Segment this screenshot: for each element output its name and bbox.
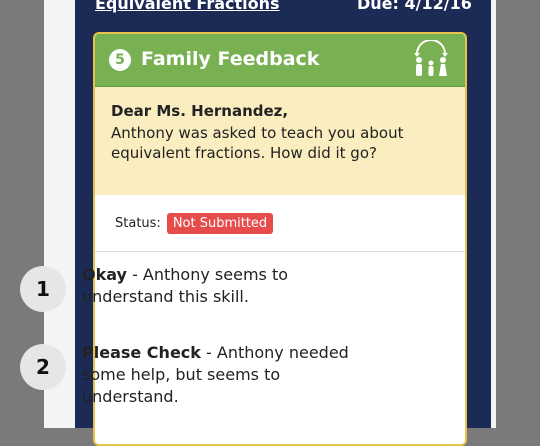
card-title: Family Feedback xyxy=(141,48,320,70)
step-number-badge: 5 xyxy=(109,49,131,71)
option-2-label: Please Check xyxy=(82,343,201,362)
due-date: Due: 4/12/16 xyxy=(357,0,472,13)
status-label: Status: xyxy=(115,215,161,231)
message-body: Anthony was asked to teach you about equ… xyxy=(111,124,404,162)
option-number-2-button[interactable]: 2 xyxy=(20,344,66,390)
option-2-text: Please Check - Anthony needed some help,… xyxy=(82,342,362,408)
option-number-1-button[interactable]: 1 xyxy=(20,266,66,312)
status-badge: Not Submitted xyxy=(166,212,274,234)
assignment-title-link[interactable]: Equivalent Fractions xyxy=(95,0,280,13)
feedback-message: Dear Ms. Hernandez, Anthony was asked to… xyxy=(95,87,465,195)
greeting: Dear Ms. Hernandez, xyxy=(111,102,289,120)
option-1-text: Okay - Anthony seems to understand this … xyxy=(82,264,362,308)
card-header: 5 Family Feedback xyxy=(95,34,465,87)
status-row: Status: Not Submitted xyxy=(95,195,465,252)
option-1-label: Okay xyxy=(82,265,127,284)
family-icon xyxy=(414,40,448,76)
